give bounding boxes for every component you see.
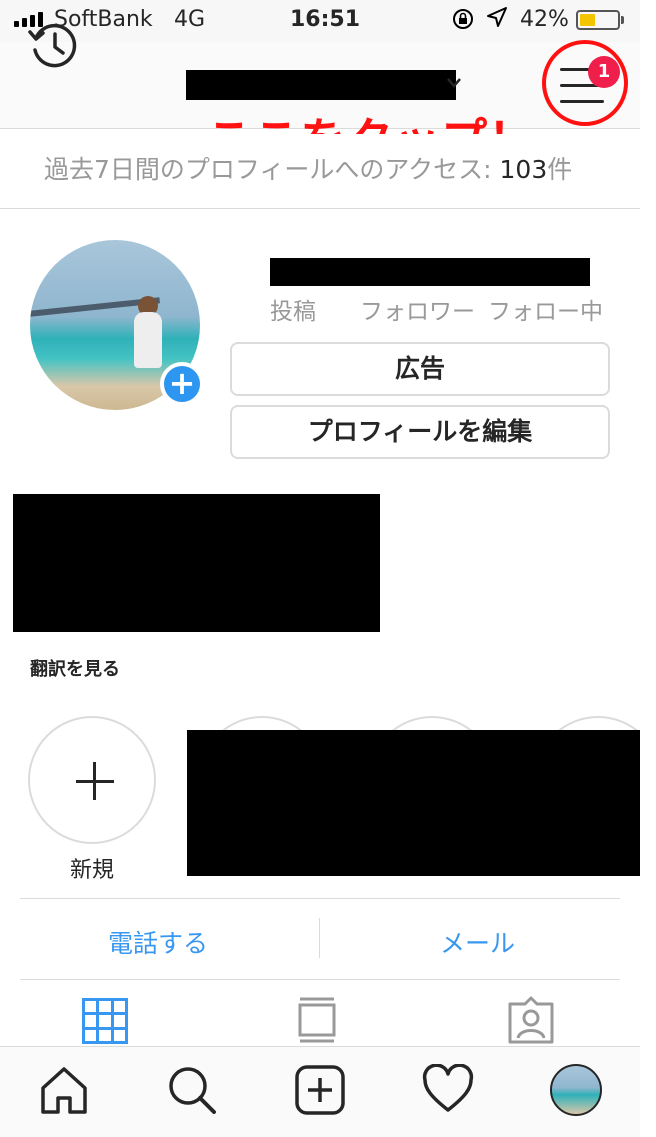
insight-text[interactable]: 過去7日間のプロフィールへのアクセス: 103件 xyxy=(44,150,572,186)
translate-link[interactable]: 翻訳を見る xyxy=(30,655,120,681)
battery-icon xyxy=(576,10,620,30)
edit-profile-button[interactable]: プロフィールを編集 xyxy=(230,405,610,459)
status-time: 16:51 xyxy=(290,7,361,32)
location-icon xyxy=(486,6,508,34)
stat-following-label[interactable]: フォロー中 xyxy=(488,292,603,326)
mail-button[interactable]: メール xyxy=(440,924,515,960)
battery-tip xyxy=(621,16,624,24)
profile-tab-avatar[interactable] xyxy=(550,1064,602,1116)
search-icon[interactable] xyxy=(166,1064,218,1116)
highlights-redacted xyxy=(187,730,656,876)
bio-redacted xyxy=(13,494,380,632)
new-highlight-label: 新規 xyxy=(70,858,115,883)
ad-button[interactable]: 広告 xyxy=(230,342,610,396)
battery-percent: 42% xyxy=(520,7,569,32)
page-edge xyxy=(640,0,656,1136)
feed-tab-icon[interactable] xyxy=(298,996,336,1044)
insight-count: 103 xyxy=(499,155,548,184)
call-button[interactable]: 電話する xyxy=(108,924,208,960)
orientation-lock-icon xyxy=(452,8,474,35)
stat-followers-label[interactable]: フォロワー xyxy=(360,292,475,326)
annotation-circle xyxy=(542,40,628,126)
add-story-icon[interactable]: + xyxy=(160,362,204,406)
heart-icon[interactable] xyxy=(422,1063,474,1116)
tagged-tab-icon[interactable] xyxy=(506,996,556,1044)
grid-tab-icon[interactable] xyxy=(82,998,128,1044)
username-redacted[interactable] xyxy=(186,70,456,100)
contact-divider xyxy=(319,918,320,958)
new-post-icon[interactable] xyxy=(294,1064,346,1116)
chevron-down-icon[interactable] xyxy=(446,72,462,97)
insight-label: 過去7日間のプロフィールへのアクセス: xyxy=(44,155,500,184)
display-name-redacted xyxy=(270,258,590,286)
stat-posts-label[interactable]: 投稿 xyxy=(270,292,316,326)
insight-unit: 件 xyxy=(547,155,573,184)
new-highlight-button[interactable] xyxy=(28,716,156,844)
archive-history-icon[interactable] xyxy=(26,18,80,72)
status-bar: SoftBank 4G 16:51 42% xyxy=(0,0,656,42)
home-icon[interactable] xyxy=(38,1064,90,1116)
network-type: 4G xyxy=(174,7,206,32)
